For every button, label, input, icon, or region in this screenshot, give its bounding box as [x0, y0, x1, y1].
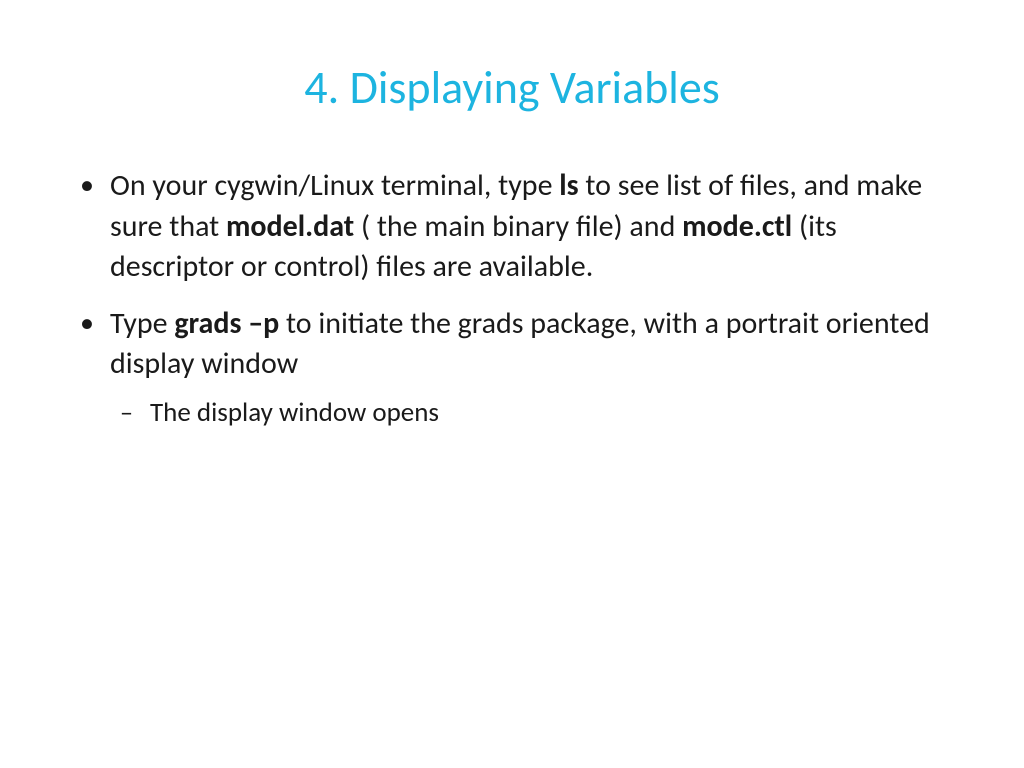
text-segment: On your cygwin/Linux terminal, type: [110, 167, 559, 204]
text-segment: Type: [110, 305, 174, 342]
main-bullet-list: On your cygwin/Linux terminal, type ls t…: [70, 166, 954, 431]
bullet-item-1: On your cygwin/Linux terminal, type ls t…: [110, 166, 954, 288]
slide-title: 4. Displaying Variables: [70, 60, 954, 116]
bold-ls: ls: [559, 167, 578, 204]
bold-model-dat: model.dat: [226, 208, 354, 245]
sub-bullet-item-1: The display window opens: [150, 395, 954, 431]
bold-mode-ctl: mode.ctl: [682, 208, 792, 245]
text-segment: ( the main binary file) and: [354, 208, 682, 245]
slide-content: On your cygwin/Linux terminal, type ls t…: [70, 166, 954, 431]
bullet-item-2: Type grads –p to initiate the grads pack…: [110, 304, 954, 431]
bold-grads-p: grads –p: [174, 305, 279, 342]
sub-bullet-list: The display window opens: [110, 395, 954, 431]
